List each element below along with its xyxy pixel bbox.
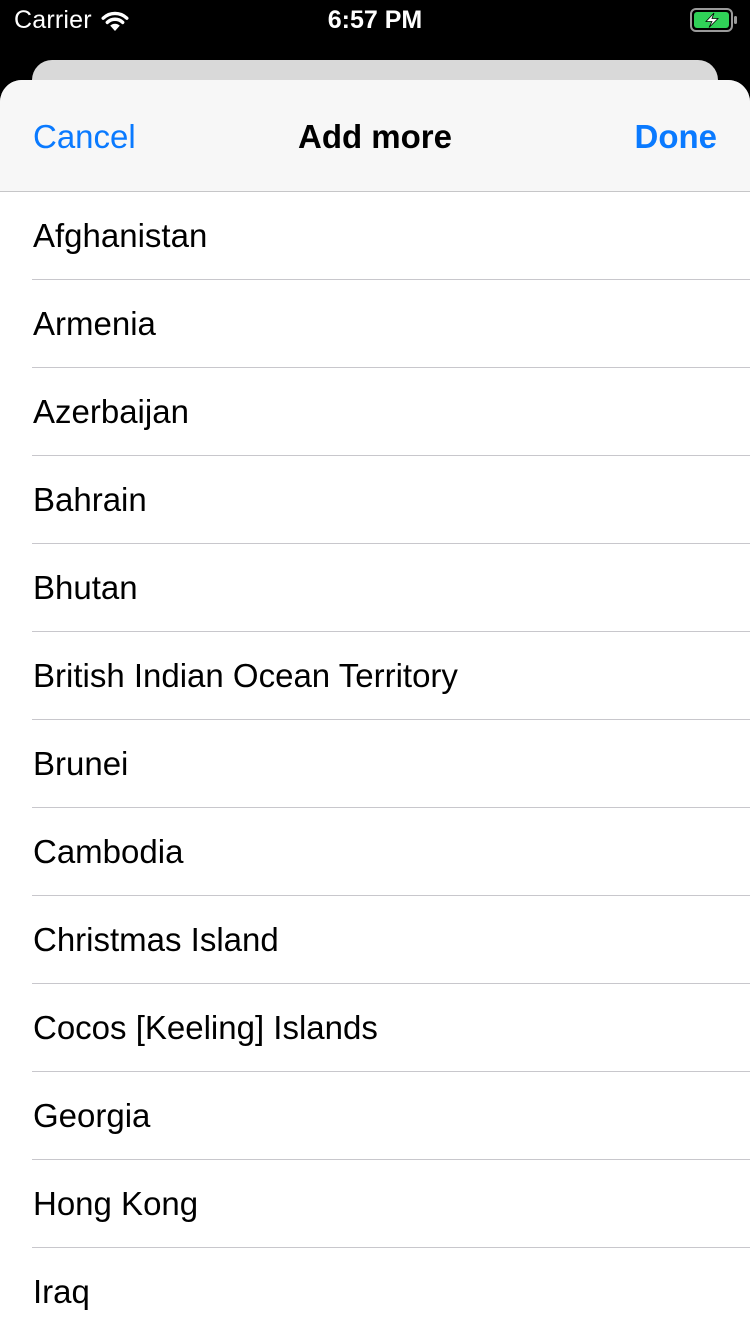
list-item-cambodia[interactable]: Cambodia <box>0 808 750 896</box>
status-time: 6:57 PM <box>327 6 423 34</box>
list-item-label: Hong Kong <box>33 1185 199 1222</box>
list-item-christmas-island[interactable]: Christmas Island <box>0 896 750 984</box>
list-item-label: Cocos [Keeling] Islands <box>33 1009 378 1046</box>
list-item-label: Brunei <box>33 745 129 782</box>
list-item-label: Iraq <box>33 1273 90 1310</box>
status-bar: Carrier 6:57 PM <box>0 0 750 40</box>
list-item-label: Cambodia <box>33 833 184 870</box>
list-item-label: Afghanistan <box>33 217 208 254</box>
list-item-azerbaijan[interactable]: Azerbaijan <box>0 368 750 456</box>
list-item-label: Bhutan <box>33 569 138 606</box>
list-item-cocos-keeling-islands[interactable]: Cocos [Keeling] Islands <box>0 984 750 1072</box>
battery-charging-icon <box>690 8 737 32</box>
list-item-british-indian-ocean-territory[interactable]: British Indian Ocean Territory <box>0 632 750 720</box>
list-item-label: Christmas Island <box>33 921 279 958</box>
list-item-label: Azerbaijan <box>33 393 189 430</box>
list-item-hong-kong[interactable]: Hong Kong <box>0 1160 750 1248</box>
navigation-bar: Cancel Add more Done <box>0 80 750 192</box>
list-item-georgia[interactable]: Georgia <box>0 1072 750 1160</box>
done-button[interactable]: Done <box>635 118 718 156</box>
list-item-afghanistan[interactable]: Afghanistan <box>0 192 750 280</box>
list-item-brunei[interactable]: Brunei <box>0 720 750 808</box>
list-item-bahrain[interactable]: Bahrain <box>0 456 750 544</box>
add-more-sheet: Cancel Add more Done Afghanistan Armenia… <box>0 80 750 1334</box>
list-item-label: Armenia <box>33 305 156 342</box>
list-item-bhutan[interactable]: Bhutan <box>0 544 750 632</box>
list-item-label: British Indian Ocean Territory <box>33 657 458 694</box>
list-item-iraq[interactable]: Iraq <box>0 1248 750 1334</box>
list-item-label: Georgia <box>33 1097 151 1134</box>
list-item-armenia[interactable]: Armenia <box>0 280 750 368</box>
country-list: Afghanistan Armenia Azerbaijan Bahrain B… <box>0 192 750 1334</box>
list-item-label: Bahrain <box>33 481 147 518</box>
